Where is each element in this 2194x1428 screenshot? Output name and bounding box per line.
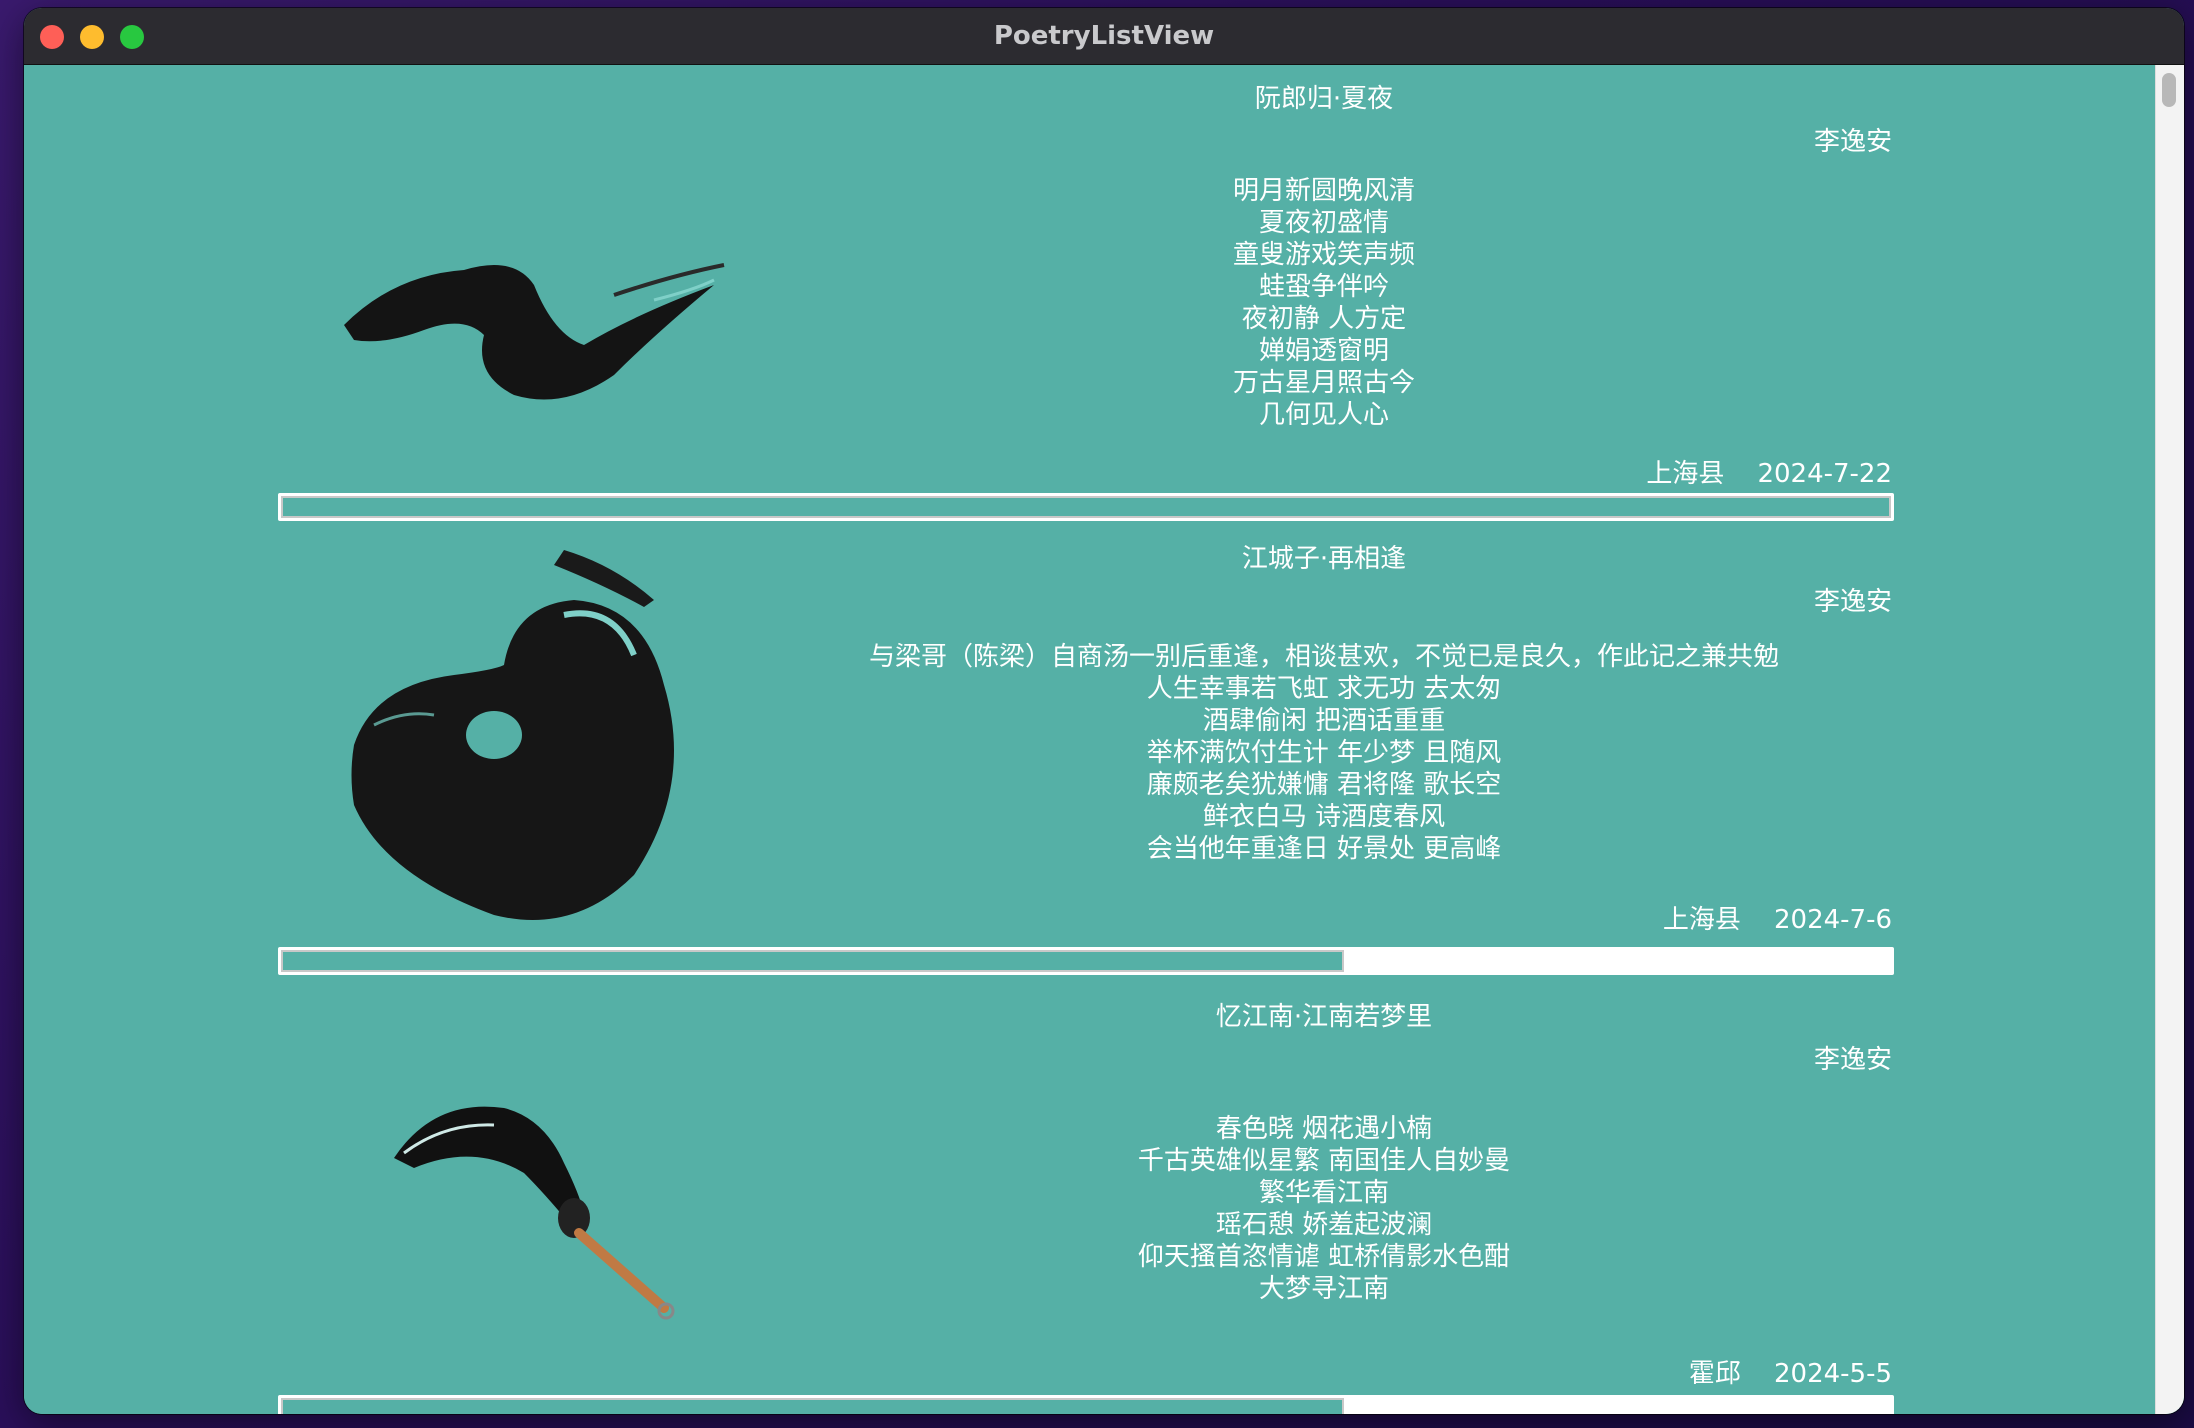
poem-body: 春色晓 烟花遇小楠 千古英雄似星繁 南国佳人自妙曼 繁华看江南 瑶石憩 娇羞起波…	[24, 1113, 2184, 1305]
poem-line: 大梦寻江南	[1258, 1274, 1389, 1304]
poem-body: 明月新圆晚风清 夏夜初盛情 童叟游戏笑声频 蛙蛩争伴吟 夜初静 人方定 婵娟透窗…	[24, 175, 2184, 431]
reading-progress-bar	[278, 493, 1894, 521]
poem-author: 李逸安	[1813, 587, 1892, 617]
poem-line: 与梁哥（陈梁）自商汤一别后重逢，相谈甚欢，不觉已是良久，作此记之兼共勉	[868, 642, 1779, 672]
poem-footer: 霍邱 2024-5-5	[1689, 1353, 1892, 1390]
poem-line: 仰天搔首恣情谑 虹桥倩影水色酣	[1137, 1242, 1511, 1272]
progress-fill	[281, 950, 1344, 972]
reading-progress-bar	[278, 947, 1894, 975]
poem-line: 几何见人心	[1258, 400, 1389, 430]
poem-entry[interactable]: 阮郎归·夏夜 李逸安 明月新圆晚风清 夏夜初盛情 童叟游戏笑声频 蛙蛩争伴吟 夜…	[24, 65, 2156, 525]
poem-place: 上海县	[1662, 905, 1741, 935]
poem-line: 蛙蛩争伴吟	[1258, 272, 1389, 302]
poem-place: 上海县	[1646, 459, 1725, 489]
poem-line: 举杯满饮付生计 年少梦 且随风	[1146, 738, 1502, 768]
poem-footer: 上海县 2024-7-6	[1663, 899, 1892, 936]
poem-line: 千古英雄似星繁 南国佳人自妙曼	[1137, 1146, 1511, 1176]
poem-line: 人生幸事若飞虹 求无功 去太匆	[1146, 674, 1502, 704]
poem-title: 忆江南·江南若梦里	[1215, 1002, 1433, 1032]
window-title: PoetryListView	[993, 21, 1215, 51]
poem-line: 夏夜初盛情	[1258, 208, 1389, 238]
poem-body: 与梁哥（陈梁）自商汤一别后重逢，相谈甚欢，不觉已是良久，作此记之兼共勉 人生幸事…	[24, 641, 2184, 865]
poem-author: 李逸安	[1813, 127, 1892, 157]
poem-date: 2024-5-5	[1773, 1359, 1892, 1389]
app-window: PoetryListView 阮郎归·夏夜 李逸安 明月新圆晚风清 夏夜初盛情 …	[24, 8, 2184, 1414]
poem-line: 婵娟透窗明	[1258, 336, 1389, 366]
poem-line: 童叟游戏笑声频	[1232, 240, 1415, 270]
progress-fill	[281, 496, 1891, 518]
reading-progress-bar	[278, 1395, 1894, 1414]
poetry-list[interactable]: 阮郎归·夏夜 李逸安 明月新圆晚风清 夏夜初盛情 童叟游戏笑声频 蛙蛩争伴吟 夜…	[24, 65, 2184, 1414]
poem-line: 明月新圆晚风清	[1232, 176, 1415, 206]
progress-fill	[281, 1398, 1344, 1414]
vertical-scrollbar[interactable]	[2155, 65, 2184, 1414]
poem-line: 廉颇老矣犹嫌慵 君将隆 歌长空	[1146, 770, 1502, 800]
title-bar: PoetryListView	[24, 8, 2184, 65]
poem-date: 2024-7-6	[1773, 905, 1892, 935]
poem-line: 繁华看江南	[1258, 1178, 1389, 1208]
poem-line: 夜初静 人方定	[1241, 304, 1407, 334]
poem-title: 江城子·再相逢	[1241, 544, 1407, 574]
poem-line: 万古星月照古今	[1232, 368, 1415, 398]
poem-entry[interactable]: 忆江南·江南若梦里 李逸安 春色晓 烟花遇小楠 千古英雄似星繁 南国佳人自妙曼 …	[24, 983, 2156, 1414]
poem-entry[interactable]: 江城子·再相逢 李逸安 与梁哥（陈梁）自商汤一别后重逢，相谈甚欢，不觉已是良久，…	[24, 525, 2156, 985]
scrollbar-thumb[interactable]	[2162, 73, 2176, 107]
poem-line: 鲜衣白马 诗酒度春风	[1202, 802, 1446, 832]
poem-author: 李逸安	[1813, 1045, 1892, 1075]
poem-title: 阮郎归·夏夜	[1254, 84, 1394, 114]
poem-line: 瑶石憩 娇羞起波澜	[1215, 1210, 1433, 1240]
poem-place: 霍邱	[1688, 1359, 1741, 1389]
poem-line: 酒肆偷闲 把酒话重重	[1202, 706, 1446, 736]
poem-date: 2024-7-22	[1757, 459, 1892, 489]
poem-line: 春色晓 烟花遇小楠	[1215, 1114, 1433, 1144]
poem-line: 会当他年重逢日 好景处 更高峰	[1146, 834, 1502, 864]
poem-footer: 上海县 2024-7-22	[1646, 453, 1892, 490]
